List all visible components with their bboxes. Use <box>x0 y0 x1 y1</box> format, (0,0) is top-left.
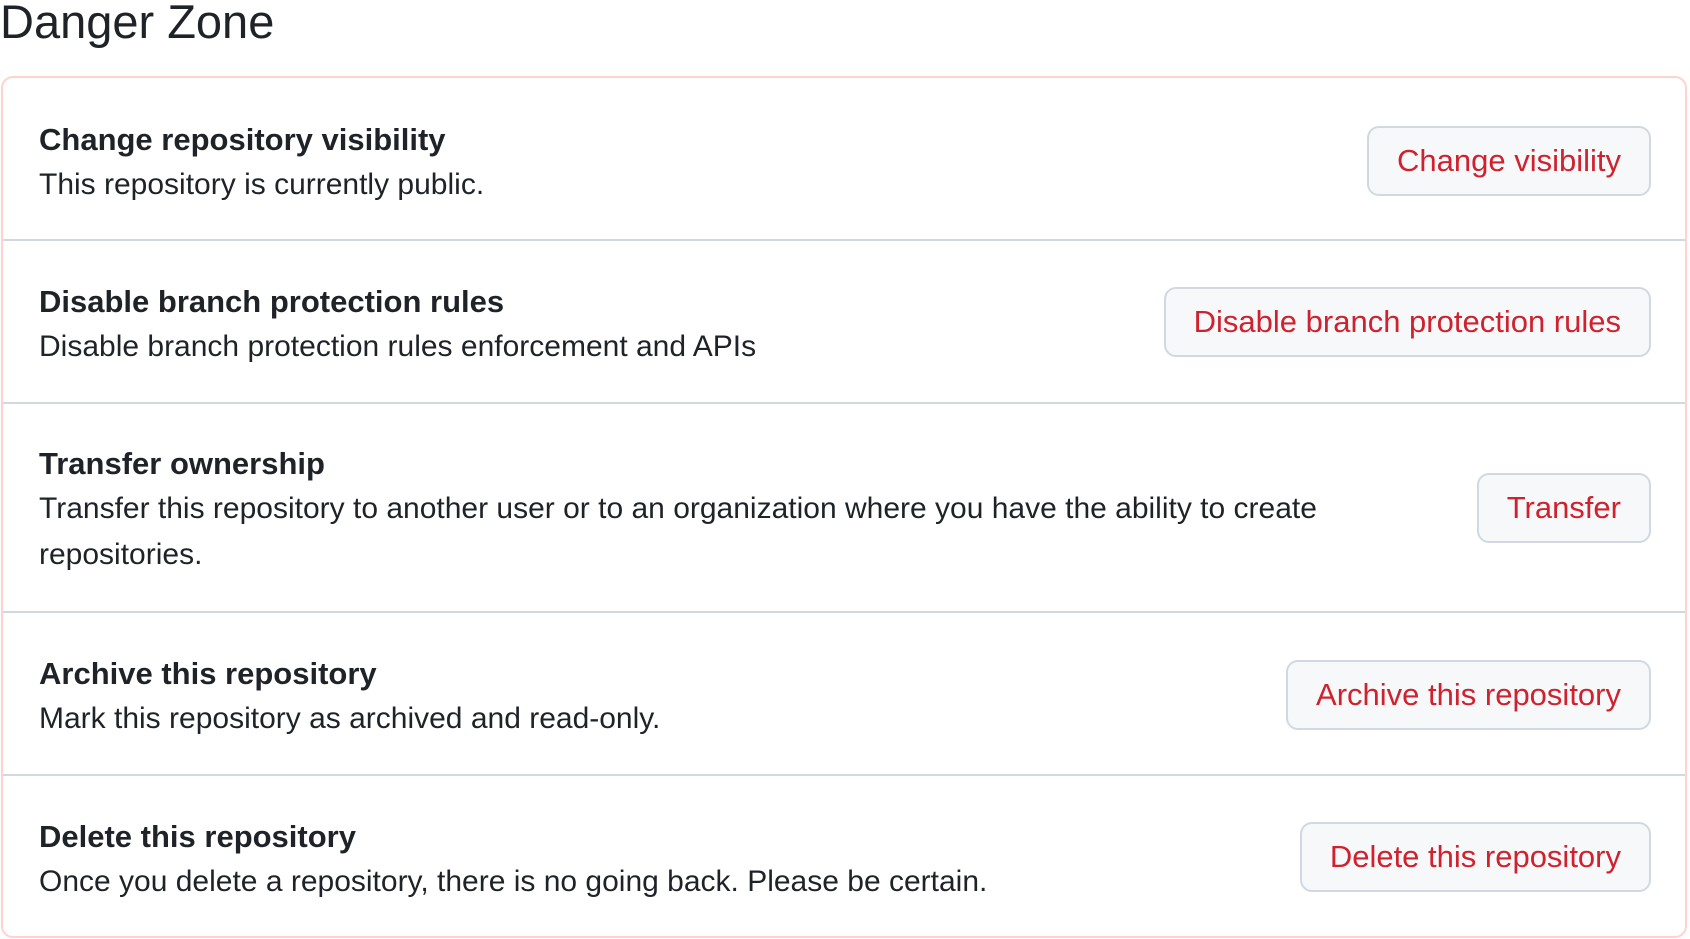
danger-row-archive: Archive this repository Mark this reposi… <box>3 613 1685 776</box>
danger-row-change-visibility: Change repository visibility This reposi… <box>3 78 1685 241</box>
danger-row-text: Archive this repository Mark this reposi… <box>39 652 660 742</box>
danger-row-text: Change repository visibility This reposi… <box>39 118 484 208</box>
transfer-button[interactable]: Transfer <box>1476 473 1651 543</box>
danger-row-text: Transfer ownership Transfer this reposit… <box>39 442 1429 578</box>
danger-row-description: Mark this repository as archived and rea… <box>39 702 661 735</box>
page-title: Danger Zone <box>0 0 275 48</box>
danger-row-description: Disable branch protection rules enforcem… <box>39 330 757 363</box>
danger-row-title: Delete this repository <box>39 819 356 854</box>
danger-zone-box: Change repository visibility This reposi… <box>1 76 1687 938</box>
danger-row-title: Archive this repository <box>39 656 377 691</box>
change-visibility-button[interactable]: Change visibility <box>1367 126 1651 196</box>
danger-row-transfer-ownership: Transfer ownership Transfer this reposit… <box>3 404 1685 613</box>
delete-repository-button[interactable]: Delete this repository <box>1299 822 1651 892</box>
danger-row-description: This repository is currently public. <box>39 168 485 201</box>
archive-repository-button[interactable]: Archive this repository <box>1286 660 1651 730</box>
disable-branch-protection-button[interactable]: Disable branch protection rules <box>1163 287 1651 357</box>
danger-row-title: Disable branch protection rules <box>39 284 505 319</box>
danger-row-title: Change repository visibility <box>39 122 446 157</box>
danger-row-description: Once you delete a repository, there is n… <box>39 865 988 898</box>
danger-row-delete: Delete this repository Once you delete a… <box>3 776 1685 936</box>
danger-row-text: Delete this repository Once you delete a… <box>39 815 987 905</box>
danger-row-disable-branch-protection: Disable branch protection rules Disable … <box>3 241 1685 404</box>
danger-row-description: Transfer this repository to another user… <box>39 492 1317 571</box>
danger-row-text: Disable branch protection rules Disable … <box>39 280 756 370</box>
danger-row-title: Transfer ownership <box>39 446 325 481</box>
